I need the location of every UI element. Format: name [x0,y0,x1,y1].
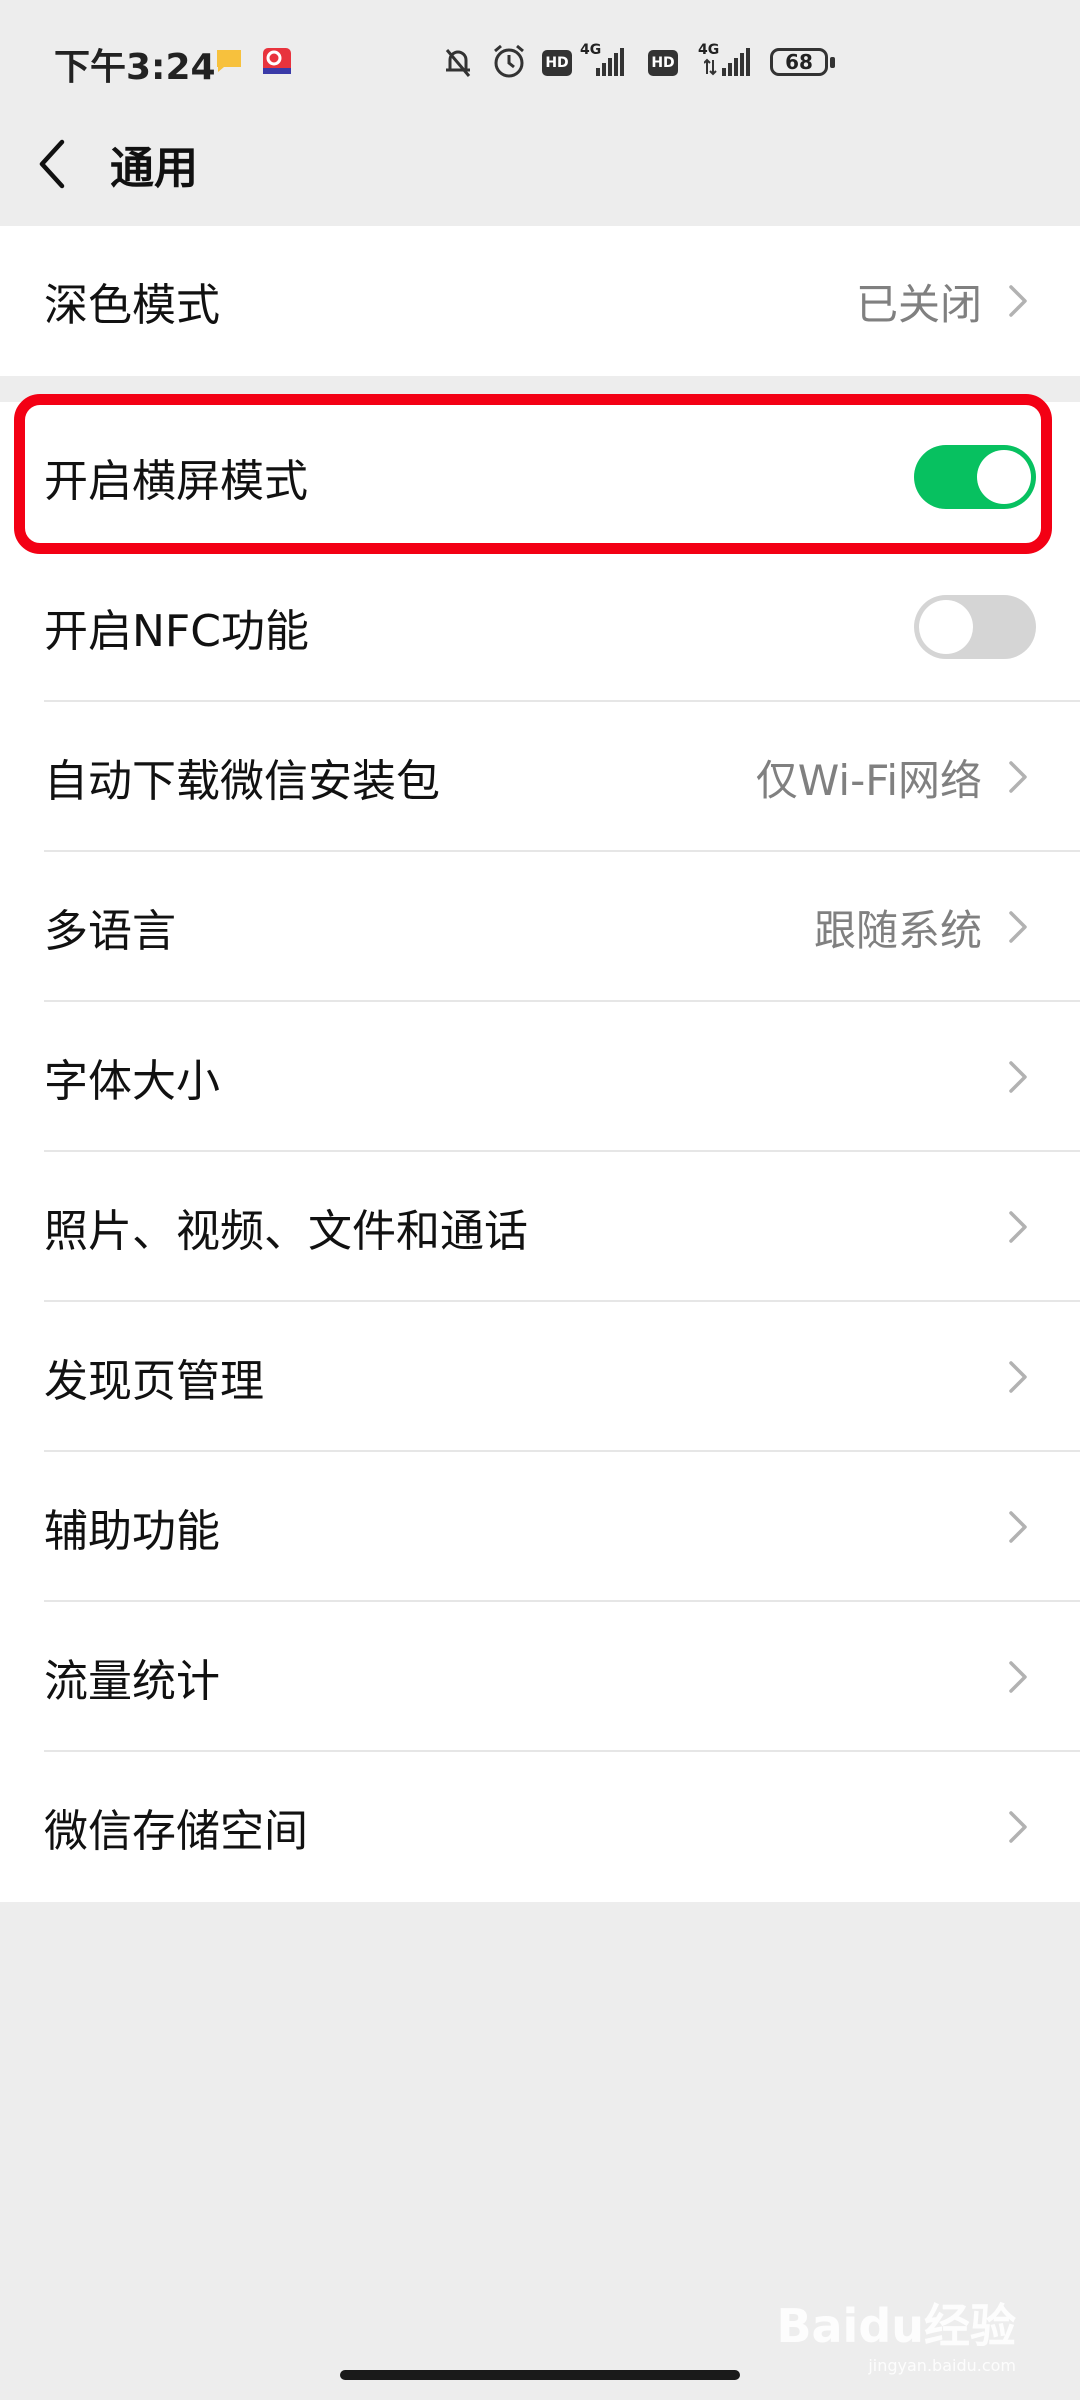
status-bar: 下午3:24 HD 4G HD 4G 68 [0,0,1080,128]
chevron-right-icon [1009,1811,1027,1843]
hd-badge: HD [542,50,572,76]
signal-strength-icon [596,48,624,76]
setting-row-nfc[interactable]: 开启NFC功能 [0,552,1080,702]
settings-group-display: 深色模式 已关闭 [0,226,1080,376]
hd-badge: HD [648,50,678,76]
settings-group-general: 开启横屏模式 开启NFC功能 自动下载微信安装包 仅Wi-Fi网络 多语言 跟随… [0,402,1080,1902]
chevron-right-icon [1009,761,1027,793]
toggle-knob [919,600,973,654]
watermark-url: jingyan.baidu.com [868,2356,1016,2375]
home-indicator-bar[interactable] [340,2370,740,2380]
baidu-jingyan-watermark: Baidu经验 jingyan.baidu.com [776,2290,1016,2375]
setting-label: 流量统计 [44,1656,220,1707]
nav-header: 通用 [0,128,1080,224]
signal-strength-icon [704,48,750,76]
setting-label: 自动下载微信安装包 [44,756,440,807]
message-notification-icon [217,50,241,72]
chevron-right-icon [1009,1061,1027,1093]
setting-label: 照片、视频、文件和通话 [44,1206,528,1257]
setting-row-media[interactable]: 照片、视频、文件和通话 [0,1152,1080,1302]
setting-label: 微信存储空间 [44,1806,308,1857]
setting-label: 发现页管理 [44,1356,264,1407]
setting-row-discover[interactable]: 发现页管理 [0,1302,1080,1452]
setting-label: 字体大小 [44,1056,220,1107]
setting-label: 开启NFC功能 [44,606,309,657]
setting-row-auto-download[interactable]: 自动下载微信安装包 仅Wi-Fi网络 [0,702,1080,852]
battery-indicator: 68 [770,48,828,76]
battery-tip [830,57,835,68]
chevron-right-icon [1009,1511,1027,1543]
setting-row-font-size[interactable]: 字体大小 [0,1002,1080,1152]
chevron-right-icon [1009,285,1027,317]
setting-label: 辅助功能 [44,1506,220,1557]
setting-row-dark-mode[interactable]: 深色模式 已关闭 [0,226,1080,376]
setting-label: 多语言 [44,906,176,957]
setting-row-storage[interactable]: 微信存储空间 [0,1752,1080,1902]
setting-value: 已关闭 [855,279,982,329]
page-title: 通用 [110,143,198,194]
setting-row-traffic[interactable]: 流量统计 [0,1602,1080,1752]
nfc-toggle[interactable] [914,595,1036,659]
watermark-brand: Baidu经验 [776,2299,1016,2353]
app-notification-icon [263,48,291,74]
chevron-right-icon [1009,1211,1027,1243]
setting-row-accessibility[interactable]: 辅助功能 [0,1452,1080,1602]
setting-label: 深色模式 [44,280,220,331]
mute-bell-icon [445,49,471,77]
back-arrow-icon[interactable] [34,134,70,194]
setting-value: 仅Wi-Fi网络 [755,755,982,805]
setting-row-language[interactable]: 多语言 跟随系统 [0,852,1080,1002]
status-time: 下午3:24 [54,47,216,88]
chevron-right-icon [1009,1361,1027,1393]
annotation-highlight-box [14,394,1052,554]
setting-value: 跟随系统 [813,905,982,955]
chevron-right-icon [1009,1661,1027,1693]
alarm-clock-icon [494,44,524,78]
chevron-right-icon [1009,911,1027,943]
